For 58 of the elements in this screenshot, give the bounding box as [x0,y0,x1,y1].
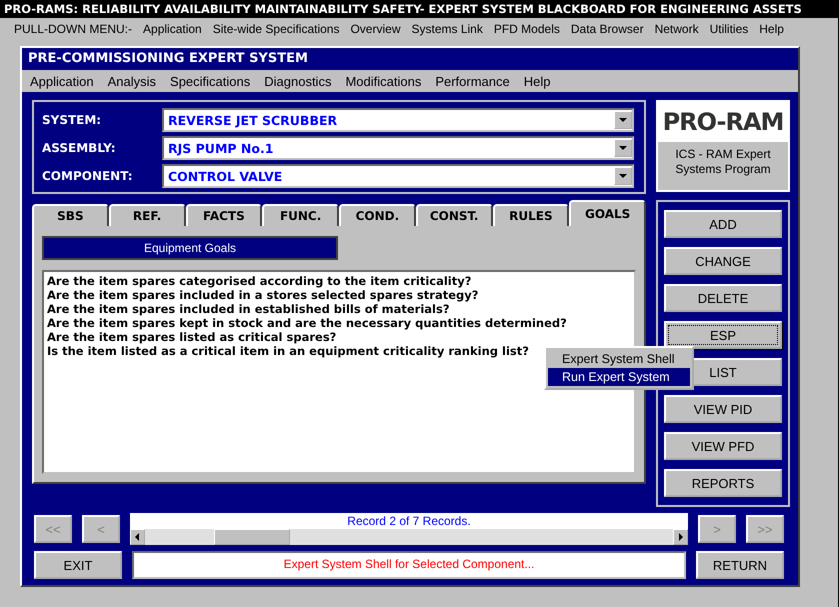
menu-item[interactable]: Systems Link [411,22,483,36]
goal-item[interactable]: Are the item spares kept in stock and are the necessary quantities determined? [47,316,631,330]
return-button[interactable]: RETURN [696,551,784,579]
dropdown-arrow-icon[interactable] [619,118,627,122]
status-message: Expert System Shell for Selected Component... [132,551,686,579]
goal-item[interactable]: Are the item spares listed as critical spares? [47,330,631,344]
action-button[interactable]: ESP [664,321,782,349]
context-menu-item[interactable]: Run Expert System [548,368,690,386]
menu-item[interactable]: Analysis [108,74,156,88]
goal-item[interactable]: Are the item spares included in established bills of materials? [47,302,631,316]
goal-item[interactable]: Are the item spares categorised according to the item criticality? [47,274,631,288]
action-button[interactable]: DELETE [664,284,782,312]
tab[interactable]: COND. [339,204,416,226]
menu-item[interactable]: Application [143,22,202,36]
menu-item[interactable]: Specifications [170,74,250,88]
record-counter: Record 2 of 7 Records. [130,513,688,529]
app-title: PRO-RAMS: RELIABILITY AVAILABILITY MAINTAINABILITY SAFETY- EXPERT SYSTEM BLACKBOARD FOR ENGINEERING ASSETS [0,0,838,18]
scroll-thumb[interactable] [214,529,290,545]
dropdown-field[interactable]: RJS PUMP No.1 [162,136,634,160]
action-button[interactable]: CHANGE [664,247,782,275]
menu-item[interactable]: Data Browser [570,22,644,36]
dropdown-field[interactable]: CONTROL VALVE [162,164,634,188]
dropdown-field[interactable]: REVERSE JET SCRUBBER [162,108,634,132]
dropdown-arrow-icon[interactable] [619,146,627,150]
menu-item[interactable]: Performance [435,74,510,88]
menu-item[interactable]: Help [759,22,784,36]
action-button[interactable]: ADD [664,210,782,238]
exit-button[interactable]: EXIT [34,551,122,579]
scroll-bar[interactable] [130,529,688,545]
tab[interactable]: GOALS [569,200,646,226]
menu-item[interactable]: Modifications [345,74,422,88]
action-button[interactable]: REPORTS [664,469,782,497]
menu-item[interactable]: Site-wide Specifications [212,22,340,36]
tab[interactable]: FUNC. [262,204,339,226]
tab[interactable]: CONST. [416,204,492,226]
tab[interactable]: FACTS [186,204,262,226]
goal-item[interactable]: Are the item spares included in a stores selected spares strategy? [47,288,631,302]
action-button[interactable]: VIEW PID [664,395,782,423]
menu-item[interactable]: Network [654,22,699,36]
menu-item[interactable]: Utilities [710,22,748,36]
logo-caption: ICS - RAM Expert Systems Program [674,146,772,178]
field-label: ASSEMBLY: [42,141,117,155]
menu-item[interactable]: PFD Models [494,22,560,36]
menu-label: PULL-DOWN MENU:- [14,22,132,36]
menu-item[interactable]: Overview [350,22,400,36]
logo-text: PRO-RAM [658,102,788,142]
panel-heading: Equipment Goals [42,236,338,260]
action-button[interactable]: VIEW PFD [664,432,782,460]
tab[interactable]: REF. [108,204,186,226]
tab[interactable]: SBS [32,204,109,226]
menu-item[interactable]: Help [524,74,550,88]
field-label: SYSTEM: [42,113,102,127]
field-label: COMPONENT: [42,169,134,183]
window-title: PRE-COMMISSIONING EXPERT SYSTEM [22,48,798,70]
menu-item[interactable]: Diagnostics [264,74,332,88]
menu-item[interactable]: Application [30,74,94,88]
dropdown-arrow-icon[interactable] [619,174,627,178]
tab[interactable]: RULES [492,204,570,226]
